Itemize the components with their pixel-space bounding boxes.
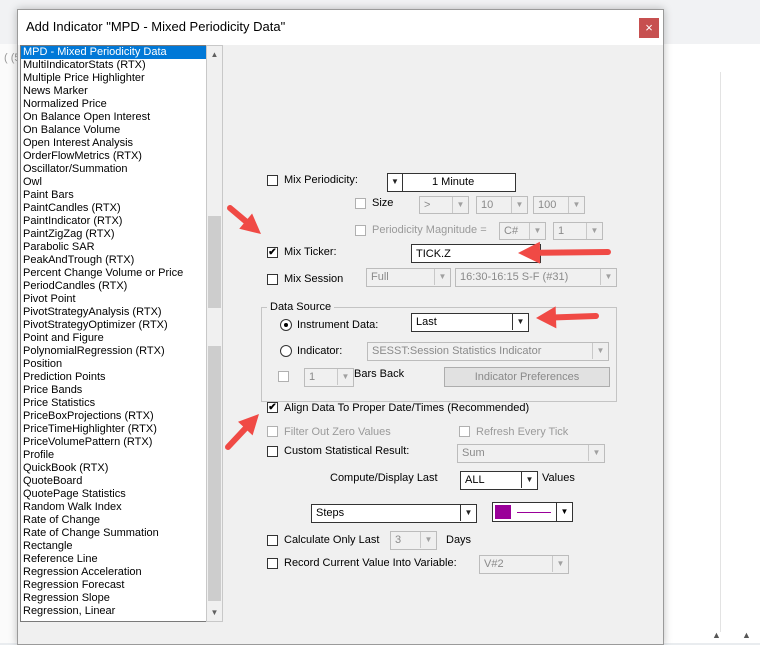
annotation-arrows (225, 205, 611, 450)
arrow-to-instrument-data-shaft (552, 313, 599, 321)
annotation-arrow-group (225, 205, 611, 450)
arrow-to-ticker-input-shaft (536, 249, 611, 256)
arrow-to-mix-ticker-shaft (227, 205, 249, 225)
arrow-to-ticker-input-head (518, 241, 541, 264)
arrow-to-instrument-data-head (536, 306, 557, 329)
arrow-to-align-data-shaft (225, 425, 249, 450)
